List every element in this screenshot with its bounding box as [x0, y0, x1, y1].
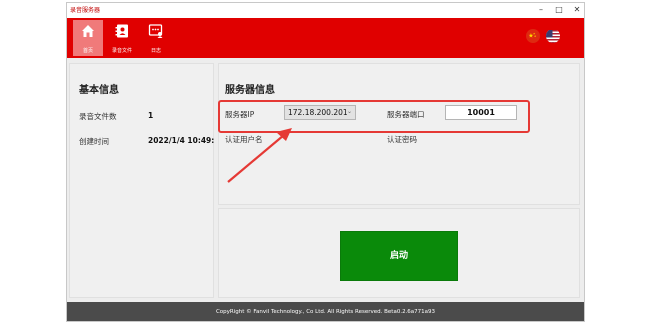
- home-nav-button[interactable]: 首页: [73, 20, 103, 56]
- home-icon: [82, 25, 94, 37]
- created-time-label: 创建时间: [79, 137, 109, 146]
- app-window: 录音服务器 – □ ✕ 首页 录音文件 日志 ★ ★ ★ 基本信息 录音文件数 …: [66, 2, 585, 322]
- title-bar: 录音服务器 – □ ✕: [67, 3, 584, 18]
- recordings-nav-button[interactable]: 录音文件: [107, 20, 137, 56]
- china-flag-stars: ★ ★ ★: [528, 33, 537, 40]
- china-flag-icon[interactable]: ★ ★ ★: [526, 29, 540, 43]
- minimize-button[interactable]: –: [535, 4, 547, 16]
- log-nav-label: 日志: [150, 48, 161, 54]
- auth-password-label: 认证密码: [387, 135, 417, 144]
- window-title: 录音服务器: [70, 7, 101, 14]
- log-nav-button[interactable]: 日志: [141, 20, 171, 56]
- server-info-title: 服务器信息: [225, 85, 275, 96]
- contacts-icon: [115, 24, 128, 38]
- copyright-footer: CopyRight © Fanvil Technology., Co Ltd. …: [67, 302, 584, 321]
- created-time-value: 2022/1/4 10:49:: [148, 136, 215, 145]
- close-button[interactable]: ✕: [571, 4, 583, 16]
- start-button[interactable]: 启动: [340, 231, 458, 281]
- maximize-button[interactable]: □: [553, 4, 565, 16]
- server-info-panel: 服务器信息 服务器IP 172.18.200.201 ⌄ 服务器端口 10001…: [218, 63, 580, 205]
- file-count-label: 录音文件数: [79, 112, 117, 121]
- svg-text:★: ★: [534, 35, 537, 38]
- auth-username-label: 认证用户名: [225, 135, 263, 144]
- us-flag-icon[interactable]: [546, 29, 560, 43]
- basic-info-panel: 基本信息 录音文件数 1 创建时间 2022/1/4 10:49:: [69, 63, 214, 298]
- action-panel: 启动: [218, 208, 580, 298]
- basic-info-title: 基本信息: [79, 85, 119, 96]
- toolbar: 首页 录音文件 日志 ★ ★ ★: [67, 18, 584, 58]
- highlight-box: [218, 100, 530, 133]
- file-count-value: 1: [148, 111, 154, 120]
- log-icon: [148, 24, 163, 38]
- us-flag-graphic: [546, 30, 560, 43]
